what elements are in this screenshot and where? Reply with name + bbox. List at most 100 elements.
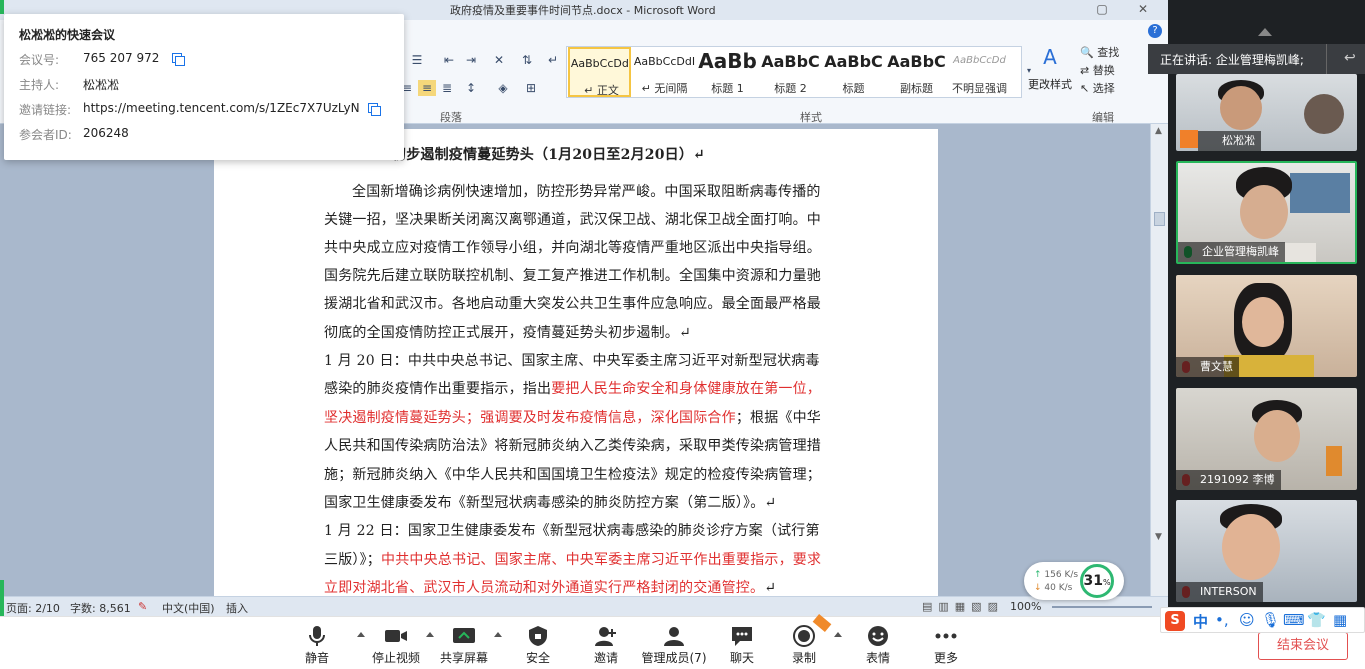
outdent-icon[interactable]: ⇥ <box>462 52 480 68</box>
select-button[interactable]: ↖ 选择 <box>1080 80 1115 96</box>
word-title: 政府疫情及重要事件时间节点.docx - Microsoft Word <box>450 4 716 17</box>
cpu-unit: % <box>1102 578 1111 587</box>
share-border-indicator <box>0 0 4 14</box>
close-icon[interactable]: ✕ <box>1134 1 1152 17</box>
style-preview: AaBbC <box>824 52 883 71</box>
style-preview: AaBbC <box>761 52 820 71</box>
replace-icon: ⇄ <box>1080 64 1090 77</box>
body-text: 关键一招，坚决果断关闭离汉离鄂通道，武汉保卫战、湖北保卫战全面打响。中 <box>324 212 821 228</box>
justify-icon[interactable]: ≡ <box>418 80 436 96</box>
document-line: 立即对湖北省、武汉市人员流动和对外通道实行严格封闭的交通管控。↵ <box>324 577 776 597</box>
participant-tile[interactable]: 2191092 李博 <box>1176 388 1357 490</box>
indent-icon[interactable]: ⇤ <box>440 52 458 68</box>
scroll-down-icon[interactable]: ▼ <box>1155 532 1162 542</box>
end-meeting-button[interactable]: 结束会议 <box>1258 632 1348 660</box>
insert-mode[interactable]: 插入 <box>226 600 248 616</box>
download-value: 40 K/s <box>1044 583 1073 593</box>
ime-language[interactable]: 中 <box>1193 611 1208 632</box>
emoji-face-icon[interactable]: ☺ <box>1239 611 1255 629</box>
share-screen-label: 共享屏幕 <box>439 651 488 665</box>
body-text: 国家卫生健康委发布《新型冠状病毒感染的肺炎防控方案（第二版）》。↵ <box>324 495 777 511</box>
style-preview: AaBb <box>698 49 757 73</box>
share-screen-button[interactable]: 共享屏幕 <box>438 617 490 669</box>
style-subtle-emphasis[interactable]: AaBbCcDd 不明显强调 <box>948 47 1011 97</box>
style-heading-2[interactable]: AaBbC 标题 2 <box>759 47 822 97</box>
line-spacing-icon[interactable]: ↕ <box>462 80 480 96</box>
vertical-scrollbar[interactable]: ▲ ▼ <box>1150 124 1168 596</box>
security-button[interactable]: 安全 <box>518 617 558 669</box>
bullets-icon[interactable]: ☰ <box>408 52 426 68</box>
copy-icon[interactable] <box>172 53 185 66</box>
scroll-thumb[interactable] <box>1154 212 1165 226</box>
zoom-level[interactable]: 100% <box>1010 600 1041 613</box>
participant-tile[interactable]: 曹文慧 <box>1176 275 1357 377</box>
chinese-layout-icon[interactable]: ✕ <box>490 52 508 68</box>
distribute-icon[interactable]: ≣ <box>438 80 456 96</box>
show-marks-icon[interactable]: ↵ <box>544 52 562 68</box>
body-text: 国务院先后建立联防联控机制、复工复产推进工作机制。全国集中资源和力量驰 <box>324 268 821 284</box>
record-options-caret[interactable] <box>834 632 842 637</box>
language-indicator[interactable]: 中文(中国) <box>162 600 215 616</box>
voice-input-icon[interactable]: 🎙 <box>1261 611 1280 629</box>
document-line: 国务院先后建立联防联控机制、复工复产推进工作机制。全国集中资源和力量驰 <box>324 265 821 285</box>
copy-icon[interactable] <box>368 103 381 116</box>
network-monitor[interactable]: ↑ 156 K/s ↓ 40 K/s 31% <box>1024 562 1124 600</box>
host-value: 松凇凇 <box>83 78 120 92</box>
style-subtitle[interactable]: AaBbC 副标题 <box>885 47 948 97</box>
manage-members-button[interactable]: 管理成员(7) <box>640 617 708 669</box>
more-button[interactable]: 更多 <box>926 617 966 669</box>
stop-video-button[interactable]: 停止视频 <box>370 617 422 669</box>
video-feed <box>1242 297 1284 347</box>
scroll-up-icon[interactable]: ▲ <box>1155 126 1162 136</box>
document-line: 施；新冠肺炎纳入《中华人民共和国国境卫生检疫法》规定的检疫传染病管理； <box>324 464 821 484</box>
style-heading-1[interactable]: AaBb 标题 1 <box>696 47 759 97</box>
page-count[interactable]: 页面: 2/10 <box>6 600 60 616</box>
meeting-id-label: 会议号: <box>19 53 60 67</box>
skin-icon[interactable]: 👕 <box>1307 611 1326 629</box>
toolbox-icon[interactable]: ▦ <box>1333 611 1347 629</box>
maximize-icon[interactable]: ▢ <box>1093 1 1111 17</box>
collapse-up-icon[interactable] <box>1258 28 1272 36</box>
zoom-slider[interactable] <box>1052 606 1152 608</box>
chat-icon <box>732 627 752 646</box>
change-styles-icon[interactable]: A <box>1038 44 1062 70</box>
add-user-icon <box>595 627 616 646</box>
sort-icon[interactable]: ⇅ <box>518 52 536 68</box>
change-styles-label[interactable]: 更改样式 <box>1028 76 1072 92</box>
style-normal[interactable]: AaBbCcDdI ↵ 正文 <box>568 47 631 97</box>
proofing-icon[interactable]: ✎ <box>138 600 147 613</box>
ime-toolbar[interactable]: S 中 •, ☺ 🎙 ⌨ 👕 ▦ <box>1160 607 1365 633</box>
share-options-caret[interactable] <box>494 632 502 637</box>
shading-icon[interactable]: ◈ <box>494 80 512 96</box>
upload-icon: ↑ <box>1034 570 1042 580</box>
help-icon[interactable]: ? <box>1148 24 1162 38</box>
participant-tile[interactable]: INTERSON <box>1176 500 1357 602</box>
border-icon[interactable]: ⊞ <box>522 80 540 96</box>
back-icon[interactable]: ↩ <box>1344 50 1356 66</box>
chat-button[interactable]: 聊天 <box>722 617 762 669</box>
style-title[interactable]: AaBbC 标题 <box>822 47 885 97</box>
view-buttons-icon[interactable]: ▤▥▦▧▨ <box>922 600 1004 613</box>
participant-tile[interactable]: 松凇凇 <box>1176 74 1357 151</box>
find-button[interactable]: 🔍 查找 <box>1080 44 1119 60</box>
invite-link-value[interactable]: https://meeting.tencent.com/s/1ZEc7X7UzL… <box>83 101 360 115</box>
style-no-spacing[interactable]: AaBbCcDdI ↵ 无间隔 <box>633 47 696 97</box>
replace-button[interactable]: ⇄ 替换 <box>1080 62 1115 78</box>
punctuation-icon[interactable]: •, <box>1215 611 1229 629</box>
emoji-icon <box>868 626 888 646</box>
divider <box>1326 44 1327 74</box>
select-label: 选择 <box>1092 82 1115 95</box>
video-options-caret[interactable] <box>426 632 434 637</box>
word-count[interactable]: 字数: 8,561 <box>70 600 131 616</box>
body-text: 施；新冠肺炎纳入《中华人民共和国国境卫生检疫法》规定的检疫传染病管理； <box>324 467 821 483</box>
mute-options-caret[interactable] <box>357 632 365 637</box>
emoji-button[interactable]: 表情 <box>858 617 898 669</box>
sogou-logo-icon[interactable]: S <box>1165 611 1185 631</box>
document-line: 1 月 20 日：中共中央总书记、国家主席、中央军委主席习近平对新型冠状病毒 <box>324 350 820 370</box>
video-feed <box>1326 446 1342 476</box>
participant-tile[interactable]: 企业管理梅凯峰 <box>1176 161 1357 264</box>
mute-button[interactable]: 静音 <box>298 617 336 669</box>
invite-button[interactable]: 邀请 <box>586 617 626 669</box>
upload-speed: ↑ 156 K/s <box>1034 570 1078 580</box>
keyboard-icon[interactable]: ⌨ <box>1283 611 1305 629</box>
